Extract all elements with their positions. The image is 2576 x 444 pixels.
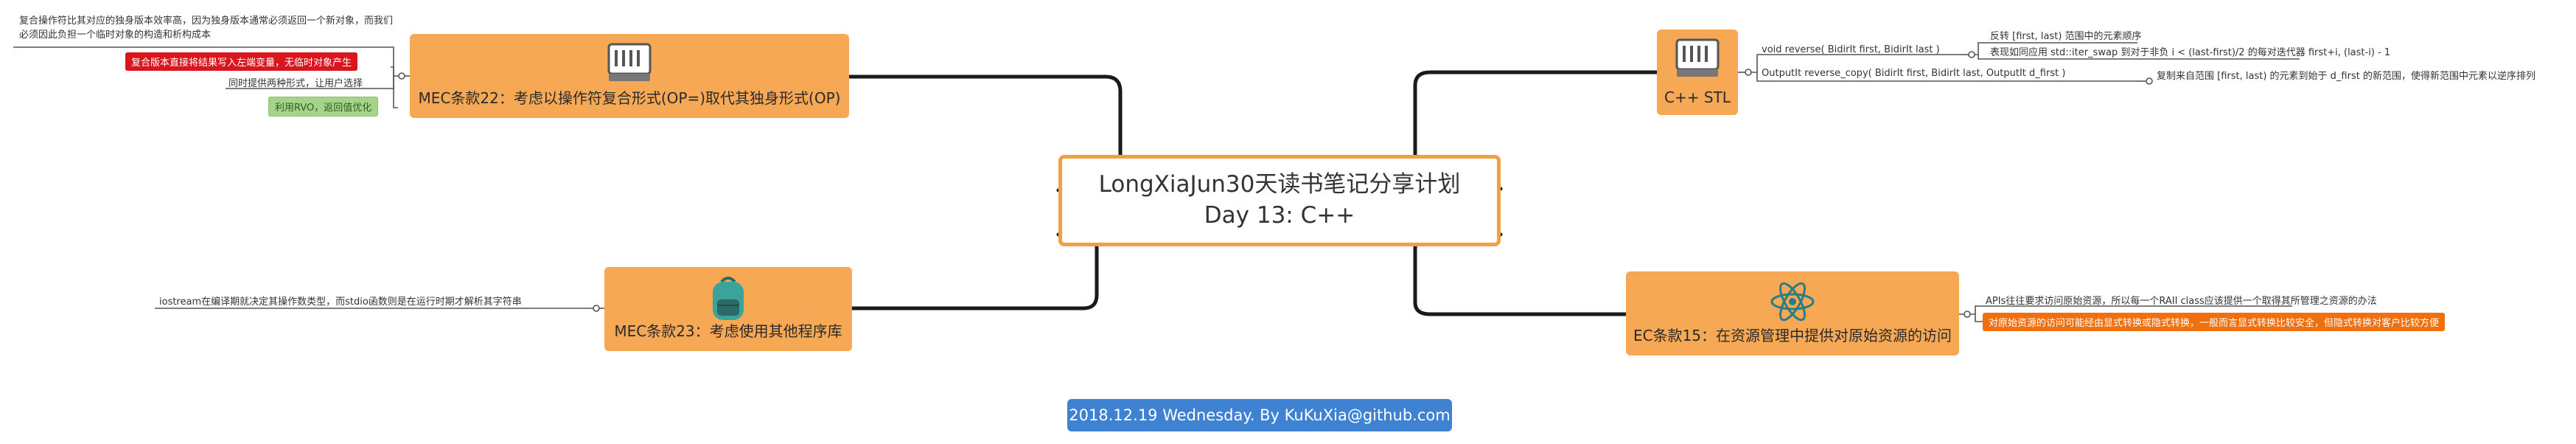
central-title: LongXiaJun30天读书笔记分享计划 bbox=[1098, 171, 1461, 198]
server-icon bbox=[1674, 37, 1721, 83]
topic-ec15[interactable]: EC条款15：在资源管理中提供对原始资源的访问 bbox=[1626, 271, 1959, 355]
central-topic[interactable]: LongXiaJun30天读书笔记分享计划 Day 13: C++ bbox=[1058, 155, 1501, 246]
central-subtitle: Day 13: C++ bbox=[1204, 202, 1355, 229]
atom-icon bbox=[1770, 279, 1815, 328]
server-icon bbox=[606, 41, 653, 88]
stl-reverse-desc-2: 表现如同应用 std::iter_swap 到对于非负 i < (last-fi… bbox=[1990, 47, 2391, 58]
footer-date-badge: 2018.12.19 Wednesday. By KuKuXia@github.… bbox=[1067, 399, 1452, 431]
topic-mec23[interactable]: MEC条款23：考虑使用其他程序库 bbox=[604, 267, 852, 351]
mec23-note-1: iostream在编译期就决定其操作数类型，而stdio函数则是在运行时期才解析… bbox=[159, 296, 522, 308]
backpack-icon bbox=[707, 274, 750, 327]
mec22-note-3: 同时提供两种形式，让用户选择 bbox=[228, 78, 363, 89]
ec15-note-2: 对原始资源的访问可能经由显式转换或隐式转换，一般而言显式转换比较安全，但隐式转换… bbox=[1983, 313, 2446, 331]
topic-mec22-title: MEC条款22：考虑以操作符复合形式(OP=)取代其独身形式(OP) bbox=[418, 89, 841, 107]
stl-reverse-desc-1: 反转 [first, last) 范围中的元素顺序 bbox=[1990, 31, 2142, 42]
mec22-note-1: 复合操作符比其对应的独身版本效率高，因为独身版本通常必须返回一个新对象，而我们必… bbox=[19, 15, 394, 41]
topic-mec22[interactable]: MEC条款22：考虑以操作符复合形式(OP=)取代其独身形式(OP) bbox=[410, 34, 849, 118]
mec22-note-2: 复合版本直接将结果写入左端变量，无临时对象产生 bbox=[125, 52, 358, 71]
topic-cpp-stl[interactable]: C++ STL bbox=[1657, 30, 1738, 115]
topic-cpp-stl-title: C++ STL bbox=[1664, 89, 1731, 106]
mec22-note-4: 利用RVO，返回值优化 bbox=[268, 97, 379, 117]
stl-reverse-signature: void reverse( BidirIt first, BidirIt las… bbox=[1762, 44, 1940, 55]
stl-reverse-copy-desc: 复制来自范围 [first, last) 的元素到始于 d_first 的新范围… bbox=[2157, 71, 2535, 82]
stl-reverse-copy-signature: OutputIt reverse_copy( BidirIt first, Bi… bbox=[1762, 68, 2066, 79]
ec15-note-1: APIs往往要求访问原始资源，所以每一个RAII class应该提供一个取得其所… bbox=[1986, 296, 2377, 307]
